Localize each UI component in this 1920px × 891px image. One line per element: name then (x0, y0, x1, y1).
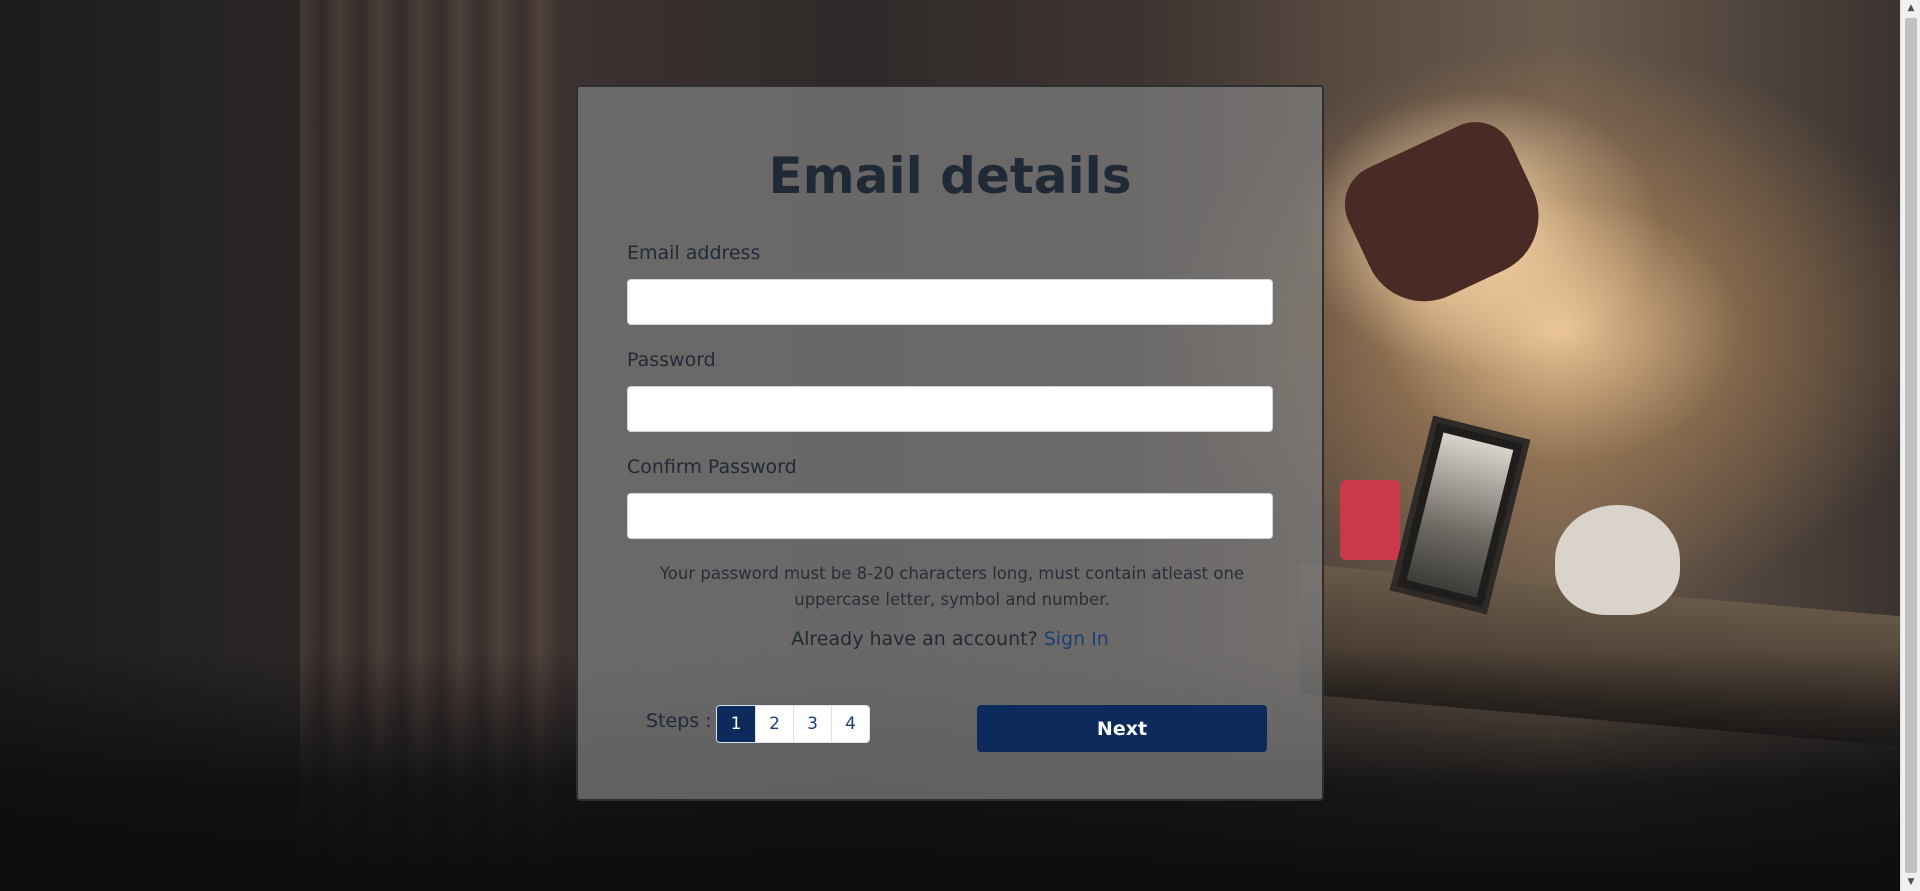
email-label: Email address (627, 242, 761, 264)
step-1-button[interactable]: 1 (717, 706, 755, 742)
signup-card: Email details Email address Password Con… (576, 85, 1324, 801)
vertical-scrollbar[interactable]: ▲ ▼ (1900, 0, 1920, 891)
step-3-button[interactable]: 3 (793, 706, 831, 742)
password-field[interactable] (627, 386, 1273, 432)
confirm-password-label: Confirm Password (627, 456, 797, 478)
page-title: Email details (768, 147, 1132, 205)
signin-prompt: Already have an account? (791, 628, 1038, 650)
email-field[interactable] (627, 279, 1273, 325)
steps-label: Steps : (646, 710, 712, 732)
scrollbar-thumb[interactable] (1905, 18, 1917, 873)
password-label: Password (627, 349, 716, 371)
signin-row: Already have an account? Sign In (578, 628, 1322, 650)
step-4-button[interactable]: 4 (831, 706, 869, 742)
confirm-password-field[interactable] (627, 493, 1273, 539)
lamp-shade-decoration (1331, 108, 1559, 322)
piggy-bank-decoration (1555, 505, 1680, 615)
signin-link[interactable]: Sign In (1044, 628, 1109, 650)
pencil-cup-decoration (1340, 480, 1400, 560)
steps-pagination: 1 2 3 4 (716, 705, 870, 743)
password-hint: Your password must be 8-20 characters lo… (659, 564, 1245, 609)
scroll-down-icon[interactable]: ▼ (1901, 874, 1920, 891)
step-2-button[interactable]: 2 (755, 706, 793, 742)
next-button[interactable]: Next (977, 705, 1267, 752)
scroll-up-icon[interactable]: ▲ (1901, 0, 1920, 17)
